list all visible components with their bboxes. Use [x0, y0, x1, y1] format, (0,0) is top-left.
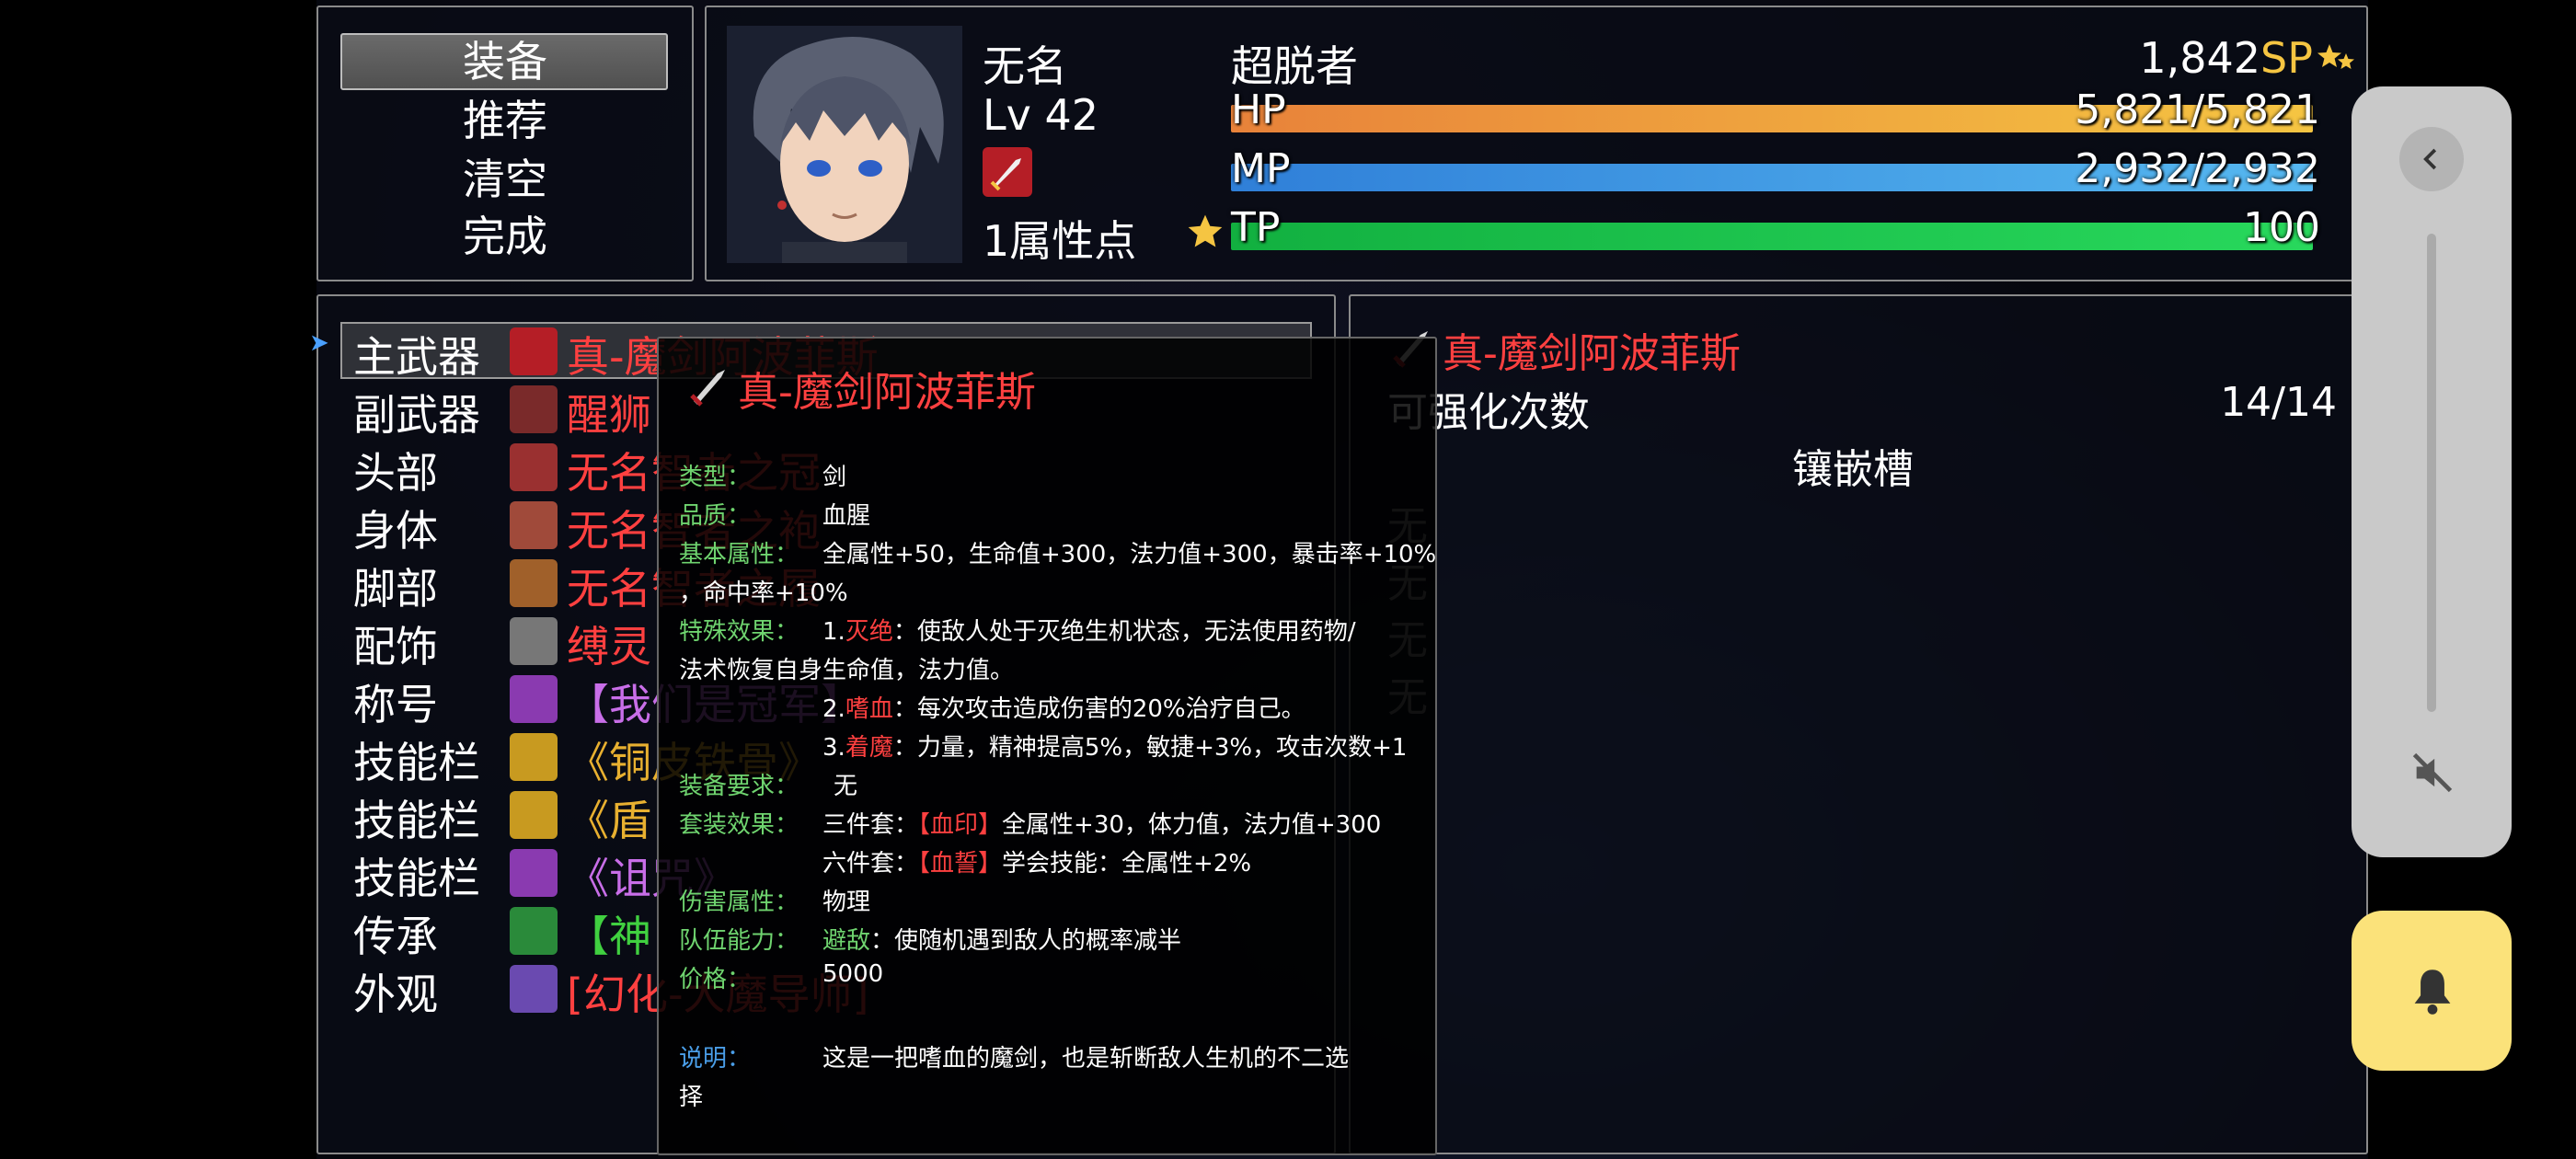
tp-label: TP [1231, 204, 1281, 251]
bell-icon [2414, 970, 2451, 1015]
requirement-key: 装备要求： [679, 773, 799, 800]
game-screen: 装备 推荐 清空 完成 无名 Lv 42 1属性点 超脱者 1,842SP HP… [309, 0, 2368, 1159]
actor-level: Lv 42 [983, 90, 1099, 140]
attribute-points: 1属性点 [983, 216, 1137, 266]
command-done[interactable]: 完成 [318, 208, 692, 265]
slot-label[interactable]: 配饰 [353, 614, 438, 674]
slot-label[interactable]: 身体 [353, 498, 438, 558]
slot-item-name[interactable]: 《盾 [567, 787, 651, 848]
slot-pointer-icon: ➤ [309, 329, 329, 357]
team-key: 队伍能力： [679, 927, 799, 955]
command-recommend[interactable]: 推荐 [318, 92, 692, 149]
set-effect-2: 六件套：【血誓】学会技能：全属性+2% [822, 850, 1252, 878]
tooltip-sword-icon [690, 370, 725, 407]
effect-key: 特殊效果： [679, 618, 799, 646]
tp-gauge [1231, 223, 2313, 250]
effect-1-cont: 法术恢复自身生命值，法力值。 [679, 657, 1015, 684]
mp-value: 2,932/2,932 [2075, 145, 2320, 192]
slot-label[interactable]: 头部 [353, 440, 438, 500]
mp-label: MP [1231, 145, 1291, 192]
damage-key: 伤害属性： [679, 889, 799, 916]
team-value: 避敌：使随机遇到敌人的概率减半 [822, 927, 1182, 955]
slot-label[interactable]: 传承 [353, 903, 438, 964]
slot-label[interactable]: 脚部 [353, 556, 438, 616]
description-value: 这是一把嗜血的魔剑，也是斩断敌人生机的不二选 [822, 1045, 1350, 1073]
skill-crown-icon [510, 733, 558, 781]
skill-skull-icon [510, 849, 558, 897]
item-tooltip: 真-魔剑阿波菲斯 类型： 剑 品质： 血腥 基本属性： 全属性+50，生命值+3… [657, 337, 1437, 1155]
quality-value: 血腥 [822, 502, 871, 530]
command-equip[interactable]: 装备 [318, 33, 692, 90]
boots-icon [510, 559, 558, 607]
slot-item-name[interactable]: 醒狮 [567, 382, 651, 442]
star-icon [1188, 214, 1223, 247]
sword-icon [510, 327, 558, 375]
hp-value: 5,821/5,821 [2075, 86, 2320, 133]
detail-window: 真-魔剑阿波菲斯 可强化次数 14/14 镶嵌槽 无 无 无 无 [1349, 294, 2368, 1154]
hat-icon [510, 443, 558, 491]
tooltip-title: 真-魔剑阿波菲斯 [738, 369, 1036, 416]
base-value-2: ，命中率+10% [679, 580, 848, 607]
slot-label[interactable]: 称号 [353, 671, 438, 732]
volume-slider-track[interactable] [2427, 234, 2436, 712]
command-clear[interactable]: 清空 [318, 151, 692, 208]
inherit-icon [510, 907, 558, 955]
slot-label[interactable]: 技能栏 [353, 787, 480, 848]
detail-item-name: 真-魔剑阿波菲斯 [1443, 330, 1741, 377]
requirement-value: 无 [834, 773, 858, 800]
title-icon [510, 675, 558, 723]
base-key: 基本属性： [679, 541, 799, 568]
slot-label[interactable]: 主武器 [353, 324, 480, 384]
skill-shield-icon [510, 791, 558, 839]
state-sword-icon [983, 147, 1032, 197]
command-window: 装备 推荐 清空 完成 [316, 6, 694, 281]
tp-value: 100 [2243, 204, 2320, 251]
enhance-value: 14/14 [2220, 379, 2337, 426]
slot-item-name[interactable]: 缚灵 [567, 614, 651, 674]
collapse-button[interactable] [2399, 127, 2464, 191]
slot-label[interactable]: 外观 [353, 961, 438, 1022]
actor-portrait [727, 26, 962, 263]
socket-title: 镶嵌槽 [1792, 446, 1914, 493]
slot-label[interactable]: 副武器 [353, 382, 480, 442]
effect-1: 1.灭绝：使敌人处于灭绝生机状态，无法使用药物/ [822, 618, 1356, 646]
type-value: 剑 [822, 464, 847, 491]
description-value-2: 择 [679, 1084, 704, 1111]
damage-value: 物理 [822, 889, 871, 916]
notification-button[interactable] [2352, 911, 2512, 1071]
effect-3: 3.着魔：力量，精神提高5%，敏捷+3%，攻击次数+1 [822, 734, 1408, 762]
mage-icon [510, 965, 558, 1013]
base-value: 全属性+50，生命值+300，法力值+300，暴击率+10% [822, 541, 1437, 568]
price-key: 价格： [679, 966, 752, 993]
set-key: 套装效果： [679, 811, 799, 839]
description-key: 说明： [679, 1045, 752, 1073]
status-window: 无名 Lv 42 1属性点 超脱者 1,842SP HP 5,821/5,821… [705, 6, 2368, 281]
actor-class: 超脱者 [1231, 41, 1358, 91]
amulet-icon [510, 617, 558, 665]
hp-label: HP [1231, 86, 1286, 133]
mute-icon[interactable] [2409, 749, 2456, 797]
volume-panel [2352, 86, 2512, 857]
effect-2: 2.嗜血：每次攻击造成伤害的20%治疗自己。 [822, 695, 1305, 723]
lion-icon [510, 385, 558, 433]
chevron-left-icon [2423, 148, 2437, 170]
sp-stars-icon [2317, 44, 2354, 69]
robe-icon [510, 501, 558, 549]
slot-item-name[interactable]: 【神 [567, 903, 651, 964]
actor-name: 无名 [983, 41, 1067, 91]
set-effect-1: 三件套：【血印】全属性+30，体力值，法力值+300 [822, 811, 1382, 839]
slot-label[interactable]: 技能栏 [353, 845, 480, 906]
sp-value: 1,842SP [2139, 33, 2313, 83]
slot-label[interactable]: 技能栏 [353, 729, 480, 790]
quality-key: 品质： [679, 502, 752, 530]
price-value: 5000 [822, 960, 884, 988]
type-key: 类型： [679, 464, 752, 491]
